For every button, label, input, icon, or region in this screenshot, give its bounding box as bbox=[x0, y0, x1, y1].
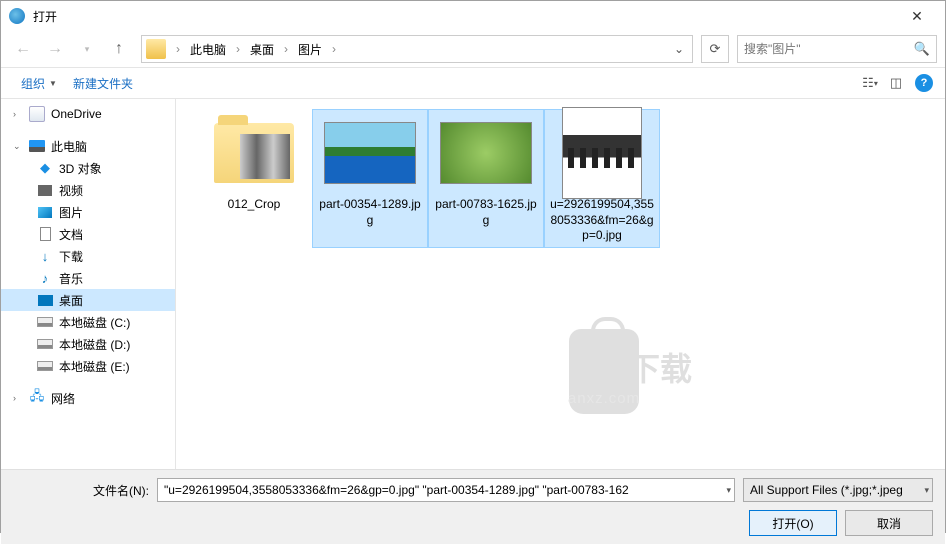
image-thumbnail bbox=[562, 107, 642, 199]
search-box[interactable]: 🔍 bbox=[737, 35, 937, 63]
forward-button[interactable]: → bbox=[41, 35, 69, 63]
filename-input[interactable] bbox=[157, 478, 735, 502]
back-button[interactable]: ← bbox=[9, 35, 37, 63]
file-name: part-00783-1625.jpg bbox=[432, 197, 540, 228]
new-folder-button[interactable]: 新建文件夹 bbox=[65, 71, 141, 96]
tree-music[interactable]: ♪音乐 bbox=[1, 267, 175, 289]
view-options-button[interactable]: ☷ ▾ bbox=[857, 72, 883, 94]
tree-network[interactable]: ›🖧网络 bbox=[1, 387, 175, 409]
main-area: ›OneDrive ⌄此电脑 ◆3D 对象 视频 图片 文档 ↓下载 ♪音乐 桌… bbox=[1, 99, 945, 469]
tree-downloads[interactable]: ↓下载 bbox=[1, 245, 175, 267]
filetype-select[interactable] bbox=[743, 478, 933, 502]
tree-videos[interactable]: 视频 bbox=[1, 179, 175, 201]
filename-label: 文件名(N): bbox=[93, 482, 149, 499]
search-icon[interactable]: 🔍 bbox=[914, 41, 930, 57]
titlebar: 打开 ✕ bbox=[1, 1, 945, 31]
breadcrumb-sep: › bbox=[172, 42, 184, 56]
file-item-image[interactable]: part-00354-1289.jpg bbox=[312, 109, 428, 248]
recent-dropdown[interactable]: ▾ bbox=[73, 35, 101, 63]
crumb-desktop[interactable]: 桌面 bbox=[246, 39, 278, 60]
up-button[interactable]: ↑ bbox=[105, 35, 133, 63]
breadcrumb[interactable]: › 此电脑 › 桌面 › 图片 › ⌄ bbox=[141, 35, 693, 63]
help-button[interactable]: ? bbox=[915, 74, 933, 92]
crumb-pictures[interactable]: 图片 bbox=[294, 39, 326, 60]
close-button[interactable]: ✕ bbox=[897, 1, 937, 31]
tree-desktop[interactable]: 桌面 bbox=[1, 289, 175, 311]
file-name: part-00354-1289.jpg bbox=[316, 197, 424, 228]
image-thumbnail bbox=[324, 122, 416, 184]
crumb-thispc[interactable]: 此电脑 bbox=[186, 39, 230, 60]
file-list[interactable]: 012_Crop part-00354-1289.jpg part-00783-… bbox=[176, 99, 945, 469]
window-title: 打开 bbox=[33, 8, 897, 25]
app-icon bbox=[9, 8, 25, 24]
file-item-image[interactable]: u=2926199504,3558053336&fm=26&gp=0.jpg bbox=[544, 109, 660, 248]
tree-drive-e[interactable]: 本地磁盘 (E:) bbox=[1, 355, 175, 377]
sidebar: ›OneDrive ⌄此电脑 ◆3D 对象 视频 图片 文档 ↓下载 ♪音乐 桌… bbox=[1, 99, 176, 469]
tree-3dobjects[interactable]: ◆3D 对象 bbox=[1, 157, 175, 179]
tree-documents[interactable]: 文档 bbox=[1, 223, 175, 245]
cancel-button[interactable]: 取消 bbox=[845, 510, 933, 536]
breadcrumb-dropdown[interactable]: ⌄ bbox=[670, 36, 688, 62]
toolbar: 组织 ▼ 新建文件夹 ☷ ▾ ◫ ? bbox=[1, 67, 945, 99]
tree-pictures[interactable]: 图片 bbox=[1, 201, 175, 223]
folder-icon bbox=[214, 123, 294, 183]
tree-drive-d[interactable]: 本地磁盘 (D:) bbox=[1, 333, 175, 355]
navbar: ← → ▾ ↑ › 此电脑 › 桌面 › 图片 › ⌄ ⟳ 🔍 bbox=[1, 31, 945, 67]
tree-thispc[interactable]: ⌄此电脑 bbox=[1, 135, 175, 157]
organize-button[interactable]: 组织 ▼ bbox=[13, 71, 65, 96]
file-item-folder[interactable]: 012_Crop bbox=[196, 109, 312, 248]
refresh-button[interactable]: ⟳ bbox=[701, 35, 729, 63]
image-thumbnail bbox=[440, 122, 532, 184]
file-name: 012_Crop bbox=[228, 197, 281, 213]
open-button[interactable]: 打开(O) bbox=[749, 510, 837, 536]
tree-onedrive[interactable]: ›OneDrive bbox=[1, 103, 175, 125]
search-input[interactable] bbox=[744, 42, 914, 56]
folder-icon bbox=[146, 39, 166, 59]
watermark: 安下载 anxz.com bbox=[556, 329, 652, 457]
tree-drive-c[interactable]: 本地磁盘 (C:) bbox=[1, 311, 175, 333]
file-item-image[interactable]: part-00783-1625.jpg bbox=[428, 109, 544, 248]
preview-pane-button[interactable]: ◫ bbox=[883, 72, 909, 94]
file-name: u=2926199504,3558053336&fm=26&gp=0.jpg bbox=[548, 197, 656, 244]
